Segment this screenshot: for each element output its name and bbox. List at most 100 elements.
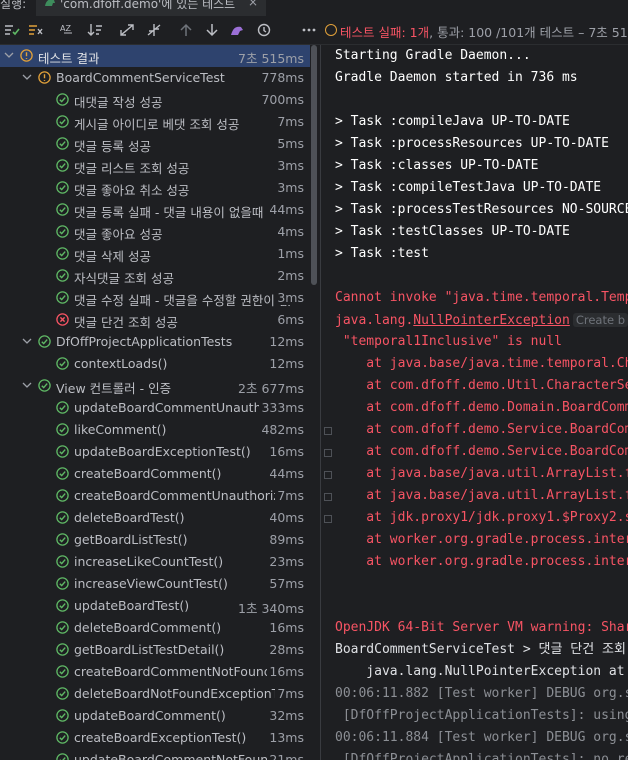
chevron-down-icon[interactable] <box>22 71 32 83</box>
test-row[interactable]: createBoardExceptionTest() 13ms <box>0 727 310 749</box>
tree-scrollbar[interactable] <box>311 45 317 285</box>
passed-icon <box>56 423 69 436</box>
test-row[interactable]: likeComment() 482ms <box>0 419 310 441</box>
prev-failed-icon[interactable] <box>176 21 196 39</box>
exception-link[interactable]: NullPointerException <box>413 313 570 328</box>
test-name: BoardCommentServiceTest <box>56 70 225 85</box>
test-duration: 12ms <box>267 334 304 349</box>
test-row[interactable]: 댓글 단건 조회 성공 6ms <box>0 309 310 331</box>
fold-marker-icon[interactable] <box>324 515 332 523</box>
console-text: "temporal1Inclusive" is null <box>335 334 562 349</box>
console-line: Gradle Daemon started in 736 ms <box>335 67 578 89</box>
test-row[interactable]: getBoardListTest() 89ms <box>0 529 310 551</box>
test-row[interactable]: createBoardComment() 44ms <box>0 463 310 485</box>
test-suite-row[interactable]: 테스트 결과 7초 515ms <box>0 45 310 67</box>
chevron-down-icon[interactable] <box>22 335 32 347</box>
run-tab-bar: 실행: 'com.dfoff.demo'에 있는 테스트 × <box>0 0 628 17</box>
test-row[interactable]: getBoardListTestDetail() 28ms <box>0 639 310 661</box>
test-name: 댓글 수정 실패 - 댓글을 수정할 권한이 없 <box>74 293 291 308</box>
test-row[interactable]: 대댓글 작성 성공 700ms <box>0 89 310 111</box>
test-suite-row[interactable]: View 컨트롤러 - 인증 2초 677ms <box>0 375 310 397</box>
next-failed-icon[interactable] <box>202 21 222 39</box>
console-line: > Task :compileTestJava UP-TO-DATE <box>335 177 601 199</box>
test-row[interactable]: updateBoardCommentNotFound 21ms <box>0 749 310 760</box>
run-tab-title: 'com.dfoff.demo'에 있는 테스트 <box>60 0 236 11</box>
test-row[interactable]: 댓글 좋아요 성공 4ms <box>0 221 310 243</box>
expand-all-icon[interactable] <box>117 21 137 39</box>
fold-marker-icon[interactable] <box>324 449 332 457</box>
test-name: increaseLikeCountTest() <box>74 554 224 569</box>
test-row[interactable]: contextLoads() 12ms <box>0 353 310 375</box>
import-results-icon[interactable] <box>228 21 248 39</box>
test-name: 대댓글 작성 성공 <box>74 95 163 110</box>
test-row[interactable]: 댓글 좋아요 취소 성공 3ms <box>0 177 310 199</box>
console-line: > Task :compileJava UP-TO-DATE <box>335 111 570 133</box>
console-line: at java.base/java.time.temporal.Chro <box>335 353 628 375</box>
test-row[interactable]: updateBoardCommentUnauthorized 333ms <box>0 397 310 419</box>
test-name: contextLoads() <box>74 356 168 371</box>
test-row[interactable]: deleteBoardTest() 40ms <box>0 507 310 529</box>
test-row[interactable]: updateBoardComment() 32ms <box>0 705 310 727</box>
test-row[interactable]: 댓글 삭제 성공 1ms <box>0 243 310 265</box>
chevron-down-icon[interactable] <box>4 49 14 61</box>
test-duration: 32ms <box>267 708 304 723</box>
console-line: at com.dfoff.demo.Util.CharacterSet <box>335 375 628 397</box>
test-suite-row[interactable]: BoardCommentServiceTest 778ms <box>0 67 310 89</box>
test-suite-row[interactable]: DfOffProjectApplicationTests 12ms <box>0 331 310 353</box>
test-duration: 5ms <box>275 136 304 151</box>
show-passed-icon[interactable] <box>2 21 22 39</box>
show-ignored-icon[interactable] <box>26 21 46 39</box>
console-text: at java.base/java.util.ArrayList.for <box>335 466 628 481</box>
chevron-down-icon[interactable] <box>22 379 32 391</box>
passed-icon <box>56 401 69 414</box>
more-icon[interactable] <box>299 21 319 39</box>
test-row[interactable]: increaseViewCountTest() 57ms <box>0 573 310 595</box>
console-text: Gradle Daemon started in 736 ms <box>335 70 578 85</box>
fold-marker-icon[interactable] <box>324 493 332 501</box>
passed-icon <box>56 555 69 568</box>
test-row[interactable]: createBoardCommentUnauthorized 7ms <box>0 485 310 507</box>
test-row[interactable]: increaseLikeCountTest() 23ms <box>0 551 310 573</box>
test-row[interactable]: deleteBoardComment() 16ms <box>0 617 310 639</box>
passed-icon <box>56 577 69 590</box>
fold-marker-icon[interactable] <box>324 471 332 479</box>
test-row[interactable]: createBoardCommentNotFound 16ms <box>0 661 310 683</box>
console-line: [DfOffProjectApplicationTests]: using Sp <box>335 705 628 727</box>
test-name: createBoardCommentNotFound <box>74 664 272 679</box>
collapse-all-icon[interactable] <box>144 21 164 39</box>
test-duration: 333ms <box>259 400 304 415</box>
test-row[interactable]: 댓글 등록 실패 - 댓글 내용이 없을때 44ms <box>0 199 310 221</box>
console-line: 00:06:11.882 [Test worker] DEBUG org.spr <box>335 683 628 705</box>
console-text: Cannot invoke "java.time.temporal.Tempor… <box>335 290 628 305</box>
console-text: at com.dfoff.demo.Util.CharacterSet <box>335 378 628 393</box>
passed-icon <box>56 643 69 656</box>
run-tab[interactable]: 'com.dfoff.demo'에 있는 테스트 × <box>36 0 266 16</box>
test-row[interactable]: updateBoardExceptionTest() 16ms <box>0 441 310 463</box>
passed-icon <box>56 753 69 760</box>
console-text: BoardCommentServiceTest > 댓글 단건 조회 성공 <box>335 642 628 657</box>
test-name: updateBoardTest() <box>74 598 190 613</box>
test-name: DfOffProjectApplicationTests <box>56 334 233 349</box>
console-line: at worker.org.gradle.process.interna <box>335 551 628 573</box>
test-row[interactable]: deleteBoardNotFoundExceptionTest 7ms <box>0 683 310 705</box>
console-line: at com.dfoff.demo.Service.BoardComm <box>335 419 628 441</box>
test-row[interactable]: 댓글 수정 실패 - 댓글을 수정할 권한이 없 3ms <box>0 287 310 309</box>
test-name: View 컨트롤러 - 인증 <box>56 381 172 396</box>
console-line: BoardCommentServiceTest > 댓글 단건 조회 성공 <box>335 639 628 661</box>
console-text: > Task :test <box>335 246 429 261</box>
test-row[interactable]: 댓글 리스트 조회 성공 3ms <box>0 155 310 177</box>
sort-alpha-icon[interactable]: AZ <box>58 21 78 39</box>
fold-marker-icon[interactable] <box>324 427 332 435</box>
test-row[interactable]: 게시글 아이디로 베댓 조회 성공 7ms <box>0 111 310 133</box>
console-text: at com.dfoff.demo.Service.BoardComm <box>335 444 628 459</box>
test-name: createBoardExceptionTest() <box>74 730 247 745</box>
test-row[interactable]: updateBoardTest() 1초 340ms <box>0 595 310 617</box>
test-row[interactable]: 댓글 등록 성공 5ms <box>0 133 310 155</box>
sort-duration-icon[interactable] <box>85 21 105 39</box>
close-icon[interactable]: × <box>248 0 258 9</box>
console-output[interactable]: Starting Gradle Daemon... Gradle Daemon s… <box>335 45 628 760</box>
create-breakpoint-hint[interactable]: Create b <box>572 313 628 327</box>
test-row[interactable]: 자식댓글 조회 성공 2ms <box>0 265 310 287</box>
history-icon[interactable] <box>254 21 274 39</box>
test-name: getBoardListTest() <box>74 532 188 547</box>
